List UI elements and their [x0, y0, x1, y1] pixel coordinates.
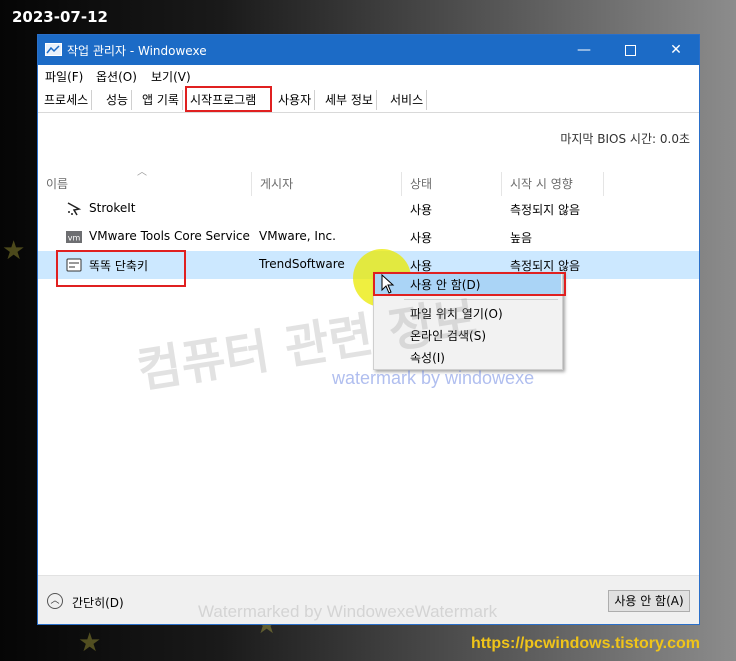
site-url: https://pcwindows.tistory.com: [470, 635, 700, 652]
vmware-icon: vm: [66, 231, 82, 243]
tab-processes[interactable]: 프로세스: [41, 90, 93, 110]
watermark-blue: watermark by windowexe: [332, 368, 535, 388]
date-stamp: 2023-07-12: [12, 8, 108, 26]
menu-bar: 파일(F) 옵션(O) 보기(V): [38, 65, 699, 87]
tab-bar: 프로세스 성능 앱 기록 시작프로그램 사용자 세부 정보 서비스: [38, 86, 699, 113]
task-manager-icon: [45, 43, 62, 56]
tab-details[interactable]: 세부 정보: [322, 90, 377, 110]
tab-startup[interactable]: 시작프로그램: [185, 86, 272, 112]
row-status: 사용: [410, 203, 433, 217]
close-button[interactable]: ✕: [653, 35, 699, 65]
watermark-bottom: Watermarked by WindowexeWatermark: [198, 602, 498, 621]
tab-app-history[interactable]: 앱 기록: [139, 90, 183, 110]
row-publisher: VMware, Inc.: [259, 229, 336, 243]
bios-time-label: 마지막 BIOS 시간: 0.0초: [560, 132, 690, 146]
column-header-impact[interactable]: 시작 시 영향: [502, 172, 604, 196]
row-impact: 측정되지 않음: [510, 203, 581, 217]
menu-options[interactable]: 옵션(O): [96, 68, 137, 85]
row-name: VMware Tools Core Service: [89, 229, 250, 243]
row-status: 사용: [410, 231, 433, 245]
tab-performance[interactable]: 성능: [103, 90, 133, 110]
menu-file[interactable]: 파일(F): [45, 68, 83, 85]
highlight-box-row: [56, 250, 186, 287]
table-row[interactable]: vm VMware Tools Core Service VMware, Inc…: [38, 223, 699, 251]
star-decoration: ★: [2, 236, 26, 266]
svg-text:vm: vm: [68, 234, 81, 243]
maximize-button[interactable]: [607, 35, 653, 65]
star-decoration: ★: [78, 628, 102, 658]
tab-users[interactable]: 사용자: [275, 90, 316, 110]
strokeit-icon: [67, 202, 82, 216]
row-impact: 높음: [510, 231, 533, 245]
collapse-link[interactable]: 간단히(D): [72, 594, 124, 611]
table-row[interactable]: StrokeIt 사용 측정되지 않음: [38, 195, 699, 223]
tab-services[interactable]: 서비스: [387, 90, 428, 110]
title-bar[interactable]: 작업 관리자 - Windowexe — ✕: [38, 35, 699, 65]
menu-view[interactable]: 보기(V): [151, 68, 191, 85]
disable-button[interactable]: 사용 안 함(A): [608, 590, 690, 612]
column-header-publisher[interactable]: 게시자: [252, 172, 402, 196]
column-header-name[interactable]: 이름: [38, 172, 252, 196]
column-header-status[interactable]: 상태: [402, 172, 502, 196]
maximize-icon: [624, 45, 636, 56]
row-publisher: TrendSoftware: [259, 257, 345, 271]
window-title: 작업 관리자 - Windowexe: [67, 44, 207, 58]
row-name: StrokeIt: [89, 201, 136, 215]
chevron-up-circle-icon[interactable]: ︿: [47, 593, 63, 609]
minimize-button[interactable]: —: [561, 35, 607, 65]
